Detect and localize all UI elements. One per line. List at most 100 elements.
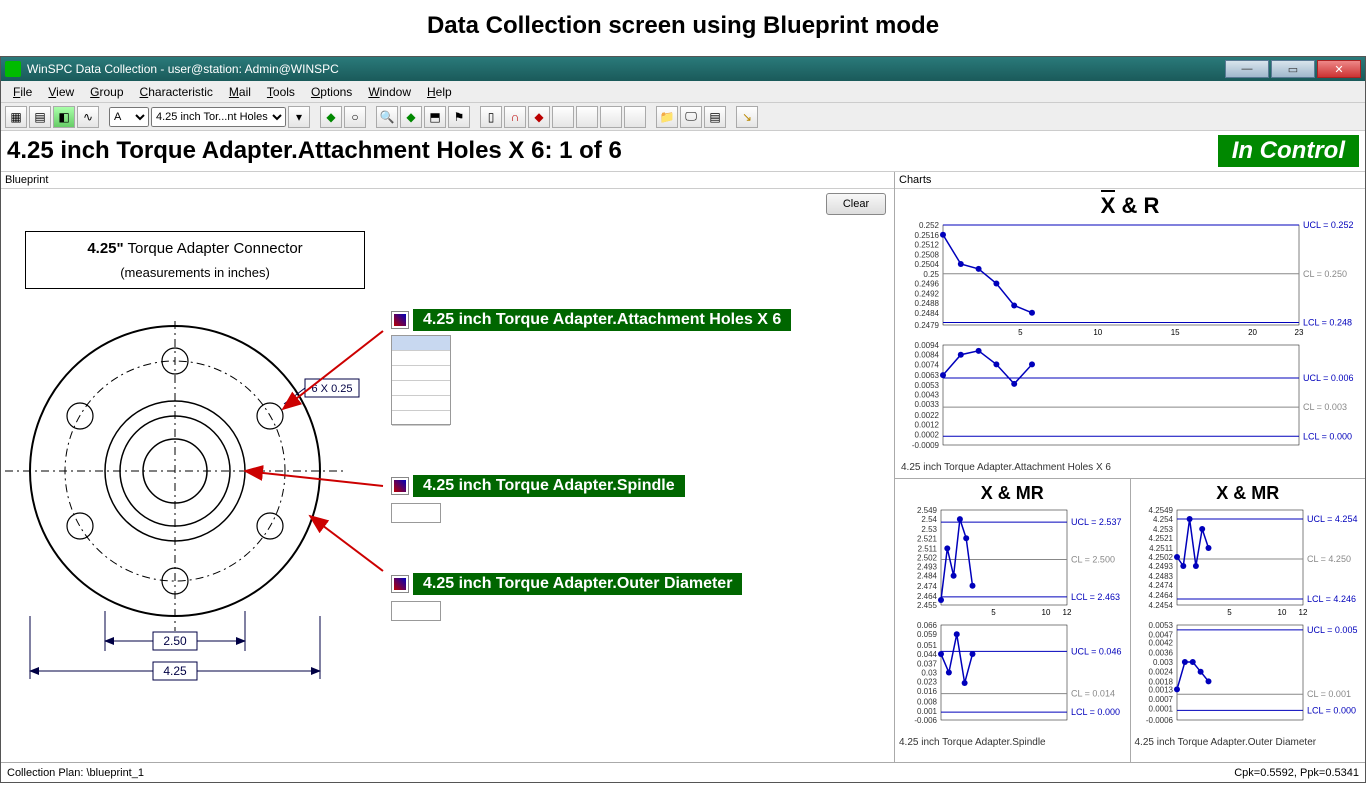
label-text: 4.25 inch Torque Adapter.Attachment Hole… (413, 309, 791, 331)
menu-file[interactable]: File (5, 83, 40, 101)
svg-text:0.0007: 0.0007 (1148, 695, 1173, 704)
tb-btn-doc[interactable]: ▯ (480, 106, 502, 128)
chart-icon (391, 477, 409, 495)
svg-text:0.0047: 0.0047 (1148, 631, 1173, 640)
tb-btn-exit[interactable]: ↘ (736, 106, 758, 128)
blueprint-drawing: 4.25" Torque Adapter Connector (measurem… (5, 231, 385, 762)
svg-text:UCL = 4.254: UCL = 4.254 (1307, 514, 1357, 524)
close-button[interactable]: ✕ (1317, 60, 1361, 78)
tb-btn-1[interactable]: ▦ (5, 106, 27, 128)
charts-panel-header: Charts (895, 172, 1365, 189)
svg-text:0.0084: 0.0084 (915, 351, 940, 360)
chart-icon (391, 575, 409, 593)
label-text: 4.25 inch Torque Adapter.Spindle (413, 475, 685, 497)
subgroup-grid[interactable] (391, 335, 451, 425)
svg-text:0.044: 0.044 (917, 650, 938, 659)
svg-text:0.0022: 0.0022 (915, 411, 940, 420)
svg-text:5: 5 (1227, 608, 1232, 617)
svg-text:0.0013: 0.0013 (1148, 685, 1173, 694)
svg-text:UCL = 0.046: UCL = 0.046 (1071, 646, 1121, 656)
svg-text:0.2488: 0.2488 (915, 299, 940, 308)
svg-text:12: 12 (1063, 608, 1072, 617)
tb-btn-e3[interactable] (600, 106, 622, 128)
svg-text:10: 10 (1093, 328, 1102, 337)
tb-btn-search[interactable]: 🔍 (376, 106, 398, 128)
menu-characteristic[interactable]: Characteristic (132, 83, 221, 101)
svg-text:UCL = 0.252: UCL = 0.252 (1303, 220, 1353, 230)
svg-text:2.54: 2.54 (921, 515, 937, 524)
menu-window[interactable]: Window (360, 83, 419, 101)
tb-btn-audio[interactable]: ∩ (504, 106, 526, 128)
svg-text:LCL = 4.246: LCL = 4.246 (1307, 594, 1356, 604)
tb-btn-3[interactable]: ◧ (53, 106, 75, 128)
svg-text:0.0018: 0.0018 (1148, 677, 1173, 686)
svg-text:10: 10 (1277, 608, 1286, 617)
tb-btn-diamond[interactable]: ◆ (400, 106, 422, 128)
svg-text:UCL = 2.537: UCL = 2.537 (1071, 517, 1121, 527)
tb-btn-red[interactable]: ◆ (528, 106, 550, 128)
svg-text:5: 5 (1018, 328, 1023, 337)
spindle-value-input[interactable] (391, 503, 441, 523)
maximize-button[interactable]: ▭ (1271, 60, 1315, 78)
svg-text:LCL = 0.000: LCL = 0.000 (1303, 431, 1352, 441)
label-outer-diameter[interactable]: 4.25 inch Torque Adapter.Outer Diameter (391, 573, 894, 621)
svg-text:2.502: 2.502 (917, 554, 938, 563)
svg-text:0.023: 0.023 (917, 678, 938, 687)
tb-btn-dd[interactable]: ▾ (288, 106, 310, 128)
tb-btn-e1[interactable] (552, 106, 574, 128)
tb-btn-e2[interactable] (576, 106, 598, 128)
svg-text:12: 12 (1298, 608, 1307, 617)
label-attachment-holes[interactable]: 4.25 inch Torque Adapter.Attachment Hole… (391, 309, 894, 425)
svg-text:2.53: 2.53 (921, 525, 937, 534)
clear-button[interactable]: Clear (826, 193, 886, 215)
menu-group[interactable]: Group (82, 83, 131, 101)
tb-btn-screen[interactable]: 🖵 (680, 106, 702, 128)
chart-xbar-r: X & R 0.24790.24840.24880.24920.24960.25… (895, 189, 1365, 479)
app-icon (5, 61, 21, 77)
svg-text:2.455: 2.455 (917, 601, 938, 610)
tb-btn-flag[interactable]: ⚑ (448, 106, 470, 128)
svg-text:2.521: 2.521 (917, 534, 938, 543)
menu-help[interactable]: Help (419, 83, 460, 101)
svg-text:0.003: 0.003 (1152, 658, 1173, 667)
svg-text:0.0012: 0.0012 (915, 421, 940, 430)
blueprint-svg: 6 X 0.25 (5, 301, 385, 721)
svg-text:CL = 4.250: CL = 4.250 (1307, 554, 1351, 564)
toolbar: ▦ ▤ ◧ ∿ A 4.25 inch Tor...nt Holes X ▾ ◆… (1, 103, 1365, 131)
svg-text:UCL = 0.005: UCL = 0.005 (1307, 625, 1357, 635)
status-badge: In Control (1218, 135, 1359, 167)
label-spindle[interactable]: 4.25 inch Torque Adapter.Spindle (391, 475, 894, 523)
tb-btn-folder[interactable]: 📁 (656, 106, 678, 128)
svg-text:4.2511: 4.2511 (1149, 544, 1173, 553)
tb-btn-mark-green[interactable]: ◆ (320, 106, 342, 128)
minimize-button[interactable]: — (1225, 60, 1269, 78)
svg-text:10: 10 (1042, 608, 1051, 617)
svg-text:5: 5 (991, 608, 996, 617)
tb-btn-4[interactable]: ∿ (77, 106, 99, 128)
svg-text:CL = 0.001: CL = 0.001 (1307, 689, 1351, 699)
menu-view[interactable]: View (40, 83, 82, 101)
tb-btn-list[interactable]: ▤ (704, 106, 726, 128)
svg-text:6 X 0.25: 6 X 0.25 (312, 383, 353, 395)
tb-btn-e4[interactable] (624, 106, 646, 128)
toolbar-select-characteristic[interactable]: 4.25 inch Tor...nt Holes X (151, 107, 286, 127)
page-heading: Data Collection screen using Blueprint m… (0, 0, 1366, 56)
tb-btn-oval[interactable]: ○ (344, 106, 366, 128)
tb-btn-tag[interactable]: ⬒ (424, 106, 446, 128)
tb-btn-2[interactable]: ▤ (29, 106, 51, 128)
svg-text:2.464: 2.464 (917, 592, 938, 601)
svg-text:-0.0009: -0.0009 (912, 441, 940, 450)
toolbar-select-a[interactable]: A (109, 107, 149, 127)
menu-options[interactable]: Options (303, 83, 360, 101)
svg-text:2.484: 2.484 (917, 572, 938, 581)
svg-text:0.252: 0.252 (919, 221, 940, 230)
svg-text:4.2549: 4.2549 (1148, 506, 1173, 515)
od-value-input[interactable] (391, 601, 441, 621)
svg-text:0.001: 0.001 (917, 707, 938, 716)
svg-text:0.2479: 0.2479 (915, 321, 940, 330)
cpk-ppk: Cpk=0.5592, Ppk=0.5341 (1234, 767, 1359, 779)
svg-text:0.0042: 0.0042 (1148, 639, 1173, 648)
menu-mail[interactable]: Mail (221, 83, 259, 101)
menu-tools[interactable]: Tools (259, 83, 303, 101)
blueprint-panel-header: Blueprint (1, 172, 894, 189)
